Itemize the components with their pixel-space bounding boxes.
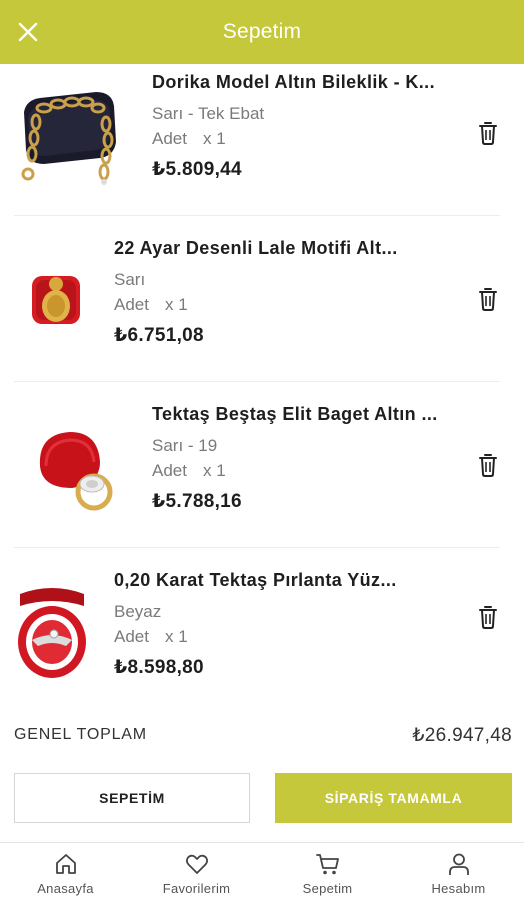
tab-cart[interactable]: Sepetim — [262, 843, 393, 900]
quantity-label: Adet — [114, 627, 149, 646]
item-price: ₺6.751,08 — [114, 325, 204, 346]
item-info: Tektaş Beştaş Elit Baget Altın ... Sarı … — [152, 404, 492, 524]
quantity-value: x 1 — [202, 129, 226, 148]
item-quantity: Adet x 1 — [114, 627, 188, 647]
trash-icon[interactable] — [476, 604, 500, 630]
item-info: 0,20 Karat Tektaş Pırlanta Yüz... Beyaz … — [114, 570, 454, 690]
item-info: Dorika Model Altın Bileklik - K... Sarı … — [152, 72, 492, 192]
cart-item[interactable]: Tektaş Beştaş Elit Baget Altın ... Sarı … — [14, 404, 500, 570]
item-quantity: Adet x 1 — [114, 295, 188, 315]
quantity-label: Adet — [152, 129, 187, 148]
item-divider — [14, 381, 500, 382]
item-name[interactable]: Tektaş Beştaş Elit Baget Altın ... — [152, 404, 492, 425]
bottom-tab-bar: Anasayfa Favorilerim Sepetim Hesabım — [0, 842, 524, 900]
trash-icon[interactable] — [476, 452, 500, 478]
trash-icon[interactable] — [476, 120, 500, 146]
item-name[interactable]: 22 Ayar Desenli Lale Motifi Alt... — [114, 238, 454, 259]
quantity-value: x 1 — [164, 627, 188, 646]
item-price: ₺5.788,16 — [152, 491, 242, 512]
tab-label: Sepetim — [302, 881, 353, 896]
cart-item[interactable]: 22 Ayar Desenli Lale Motifi Alt... Sarı … — [14, 238, 500, 404]
item-quantity: Adet x 1 — [152, 129, 226, 149]
item-variant: Sarı — [114, 270, 146, 289]
item-name[interactable]: 0,20 Karat Tektaş Pırlanta Yüz... — [114, 570, 454, 591]
item-divider — [14, 547, 500, 548]
item-divider — [14, 215, 500, 216]
item-variant: Beyaz — [114, 602, 162, 621]
quantity-label: Adet — [114, 295, 149, 314]
total-label: GENEL TOPLAM — [14, 726, 147, 743]
home-icon — [55, 854, 76, 874]
tab-account[interactable]: Hesabım — [393, 843, 524, 900]
cart-icon — [315, 854, 339, 875]
checkout-button[interactable]: SİPARİŞ TAMAMLA — [275, 773, 512, 823]
cart-item[interactable]: 0,20 Karat Tektaş Pırlanta Yüz... Beyaz … — [14, 570, 500, 736]
tab-home[interactable]: Anasayfa — [0, 843, 131, 900]
quantity-value: x 1 — [164, 295, 188, 314]
tab-label: Anasayfa — [37, 881, 94, 896]
item-price: ₺5.809,44 — [152, 159, 242, 180]
product-image-earring — [32, 276, 80, 324]
item-price: ₺8.598,80 — [114, 657, 204, 678]
user-icon — [448, 853, 469, 875]
item-variant: Sarı - Tek Ebat — [152, 104, 265, 123]
quantity-value: x 1 — [202, 461, 226, 480]
heart-icon — [185, 854, 208, 874]
total-value: ₺26.947,48 — [412, 725, 512, 746]
total-row: GENEL TOPLAM ₺26.947,48 — [14, 722, 512, 752]
quantity-label: Adet — [152, 461, 187, 480]
item-name[interactable]: Dorika Model Altın Bileklik - K... — [152, 72, 492, 93]
item-info: 22 Ayar Desenli Lale Motifi Alt... Sarı … — [114, 238, 454, 358]
trash-icon[interactable] — [476, 286, 500, 312]
product-image-ring — [39, 432, 113, 511]
product-image-bracelet — [21, 92, 116, 185]
item-quantity: Adet x 1 — [152, 461, 226, 481]
tab-label: Hesabım — [431, 881, 486, 896]
item-variant: Sarı - 19 — [152, 436, 218, 455]
tab-label: Favorilerim — [162, 881, 231, 896]
cart-button[interactable]: SEPETİM — [14, 773, 250, 823]
page-title: Sepetim — [222, 20, 302, 43]
cart-item[interactable]: Dorika Model Altın Bileklik - K... Sarı … — [14, 72, 500, 238]
app-header: Sepetim — [0, 0, 524, 64]
tab-favorites[interactable]: Favorilerim — [131, 843, 262, 900]
product-image-diamond-ring — [18, 588, 86, 678]
